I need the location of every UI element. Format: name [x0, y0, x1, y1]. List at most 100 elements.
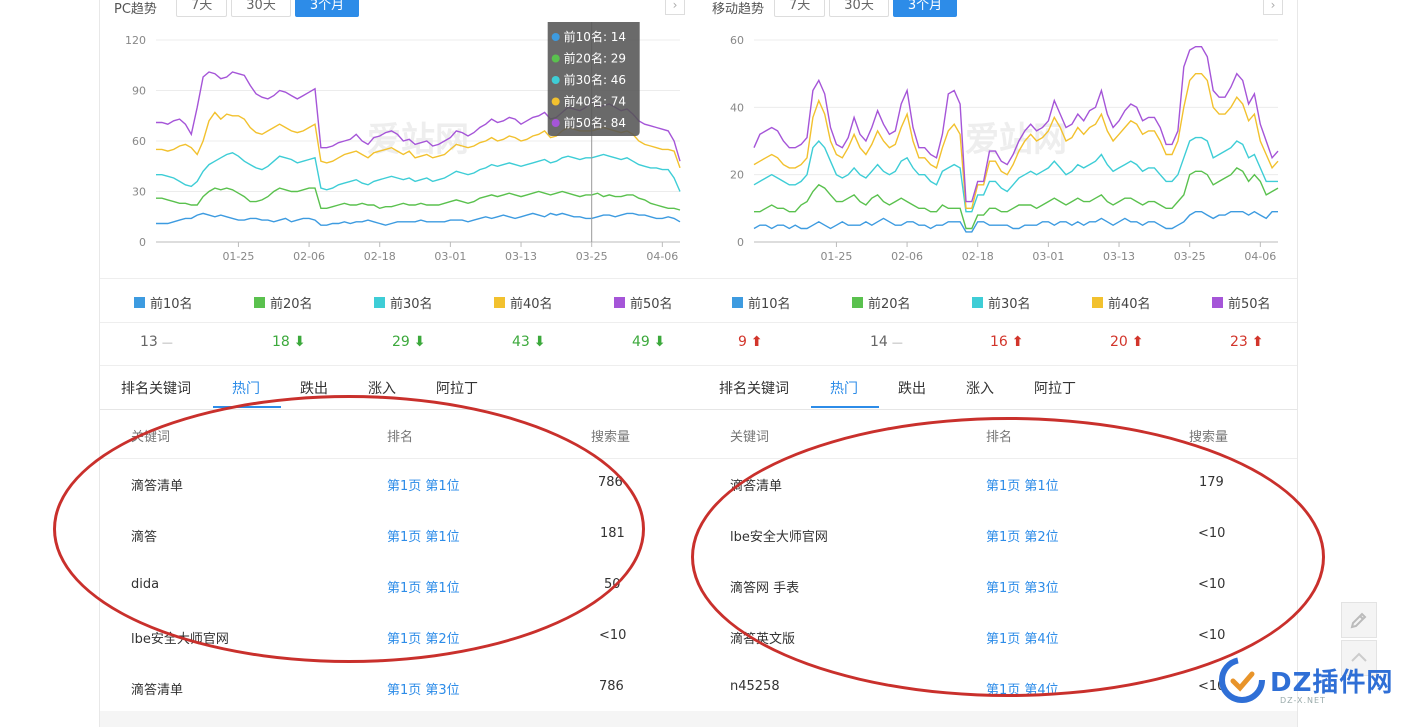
- legend-item[interactable]: 前40名: [494, 293, 553, 312]
- range-tab-3m[interactable]: 3个月: [892, 0, 958, 17]
- series-line-前10名: [753, 210, 1278, 233]
- range-tab-7d[interactable]: 7天: [176, 0, 228, 17]
- stat-value: 20: [1110, 334, 1128, 350]
- chevron-right-icon[interactable]: ›: [1263, 0, 1283, 15]
- chevron-right-icon[interactable]: ›: [665, 0, 685, 15]
- watermark-text: DZ插件网: [1270, 667, 1394, 698]
- trend-title: 移动趋势: [712, 2, 765, 17]
- row-volume: 179: [1199, 475, 1224, 490]
- legend-item[interactable]: 前20名: [254, 293, 313, 312]
- tooltip-item: 前30名: 46: [564, 72, 626, 87]
- legend-item[interactable]: 前30名: [972, 293, 1031, 312]
- range-tab-30d[interactable]: 30天: [829, 0, 889, 17]
- legend-label: 前10名: [748, 297, 791, 312]
- mobile-trend-chart[interactable]: 爱站网 0 20 40 60 01-25 02-06 02-18 03-01 03-13 03-25…: [698, 22, 1297, 272]
- tab-hot[interactable]: 热门: [830, 378, 858, 398]
- tooltip-item: 前50名: 84: [564, 115, 626, 130]
- row-rank[interactable]: 第1页 第1位: [986, 475, 1059, 494]
- row-keyword[interactable]: lbe安全大师官网: [131, 628, 229, 647]
- legend-swatch: [134, 297, 145, 308]
- table-row: n45258 第1页 第4位 <10: [698, 662, 1297, 713]
- pc-trend-chart[interactable]: 爱站网 0 30 60 90 120 01-25 02-06 02-18 03-01 03-13 03…: [100, 22, 699, 272]
- tab-aladdin[interactable]: 阿拉丁: [1034, 378, 1076, 398]
- legend-label: 前50名: [630, 297, 673, 312]
- tab-aladdin[interactable]: 阿拉丁: [436, 378, 478, 398]
- legend-item[interactable]: 前10名: [134, 293, 193, 312]
- x-tick-label: 03-13: [1103, 250, 1135, 263]
- tab-dropped[interactable]: 跌出: [898, 378, 926, 398]
- row-keyword[interactable]: 滴答清单: [131, 679, 183, 698]
- rank-stat: 43 ⬇: [512, 334, 546, 350]
- rank-stat: 9 ⬆: [738, 334, 763, 350]
- row-volume: <10: [1198, 577, 1226, 592]
- table-row: lbe安全大师官网 第1页 第2位 <10: [100, 611, 699, 662]
- legend-item[interactable]: 前50名: [614, 293, 673, 312]
- tab-gained[interactable]: 涨入: [368, 378, 396, 398]
- row-rank[interactable]: 第1页 第1位: [387, 475, 460, 494]
- stat-value: 29: [392, 334, 410, 350]
- row-keyword[interactable]: dida: [131, 577, 159, 592]
- stat-value: 23: [1230, 334, 1248, 350]
- row-keyword[interactable]: 滴答清单: [730, 475, 782, 494]
- tab-gained[interactable]: 涨入: [966, 378, 994, 398]
- row-keyword[interactable]: n45258: [730, 679, 780, 694]
- table-footer: [698, 711, 1297, 727]
- trend-header: PC趋势 7天 30天 3个月: [114, 0, 360, 17]
- x-tick-label: 01-25: [222, 250, 254, 263]
- trend-title: PC趋势: [114, 2, 157, 17]
- legend-item[interactable]: 前30名: [374, 293, 433, 312]
- row-keyword[interactable]: 滴答网 手表: [730, 577, 799, 596]
- legend-item[interactable]: 前10名: [732, 293, 791, 312]
- row-rank[interactable]: 第1页 第2位: [986, 526, 1059, 545]
- tab-ranking-keywords[interactable]: 排名关键词: [719, 378, 789, 398]
- tab-dropped[interactable]: 跌出: [300, 378, 328, 398]
- range-tab-30d[interactable]: 30天: [231, 0, 291, 17]
- x-tick-label: 03-13: [505, 250, 537, 263]
- row-keyword[interactable]: 滴答清单: [131, 475, 183, 494]
- table-row: lbe安全大师官网 第1页 第2位 <10: [698, 509, 1297, 560]
- tab-ranking-keywords[interactable]: 排名关键词: [121, 378, 191, 398]
- row-rank[interactable]: 第1页 第1位: [387, 526, 460, 545]
- col-volume: 搜索量: [1189, 430, 1229, 445]
- table-row: 滴答 第1页 第1位 181: [100, 509, 699, 560]
- watermark-subtext: DZ-X.NET: [1280, 696, 1326, 705]
- x-tick-label: 03-25: [1174, 250, 1206, 263]
- keyword-tabs: 排名关键词 热门 跌出 涨入 阿拉丁: [100, 366, 699, 410]
- range-tab-3m[interactable]: 3个月: [294, 0, 360, 17]
- legend-item[interactable]: 前20名: [852, 293, 911, 312]
- row-rank[interactable]: 第1页 第4位: [986, 679, 1059, 698]
- dz-logo-icon: [1219, 657, 1265, 703]
- legend-item[interactable]: 前40名: [1092, 293, 1151, 312]
- row-rank[interactable]: 第1页 第2位: [387, 628, 460, 647]
- chart-legend: 前10名 前20名 前30名 前40名 前50名: [100, 278, 699, 323]
- tab-hot[interactable]: 热门: [232, 378, 260, 398]
- row-keyword[interactable]: lbe安全大师官网: [730, 526, 828, 545]
- stat-value: 49: [632, 334, 650, 350]
- x-tick-label: 02-18: [364, 250, 396, 263]
- row-keyword[interactable]: 滴答: [131, 526, 157, 545]
- rank-stats-row: 9 ⬆ 14—16 ⬆ 20 ⬆ 23 ⬆: [698, 322, 1297, 366]
- chart-tooltip: 03-25 前10名: 14 前20名: 29 前30名: 46 前40名: 74 前50…: [547, 22, 640, 136]
- range-tab-7d[interactable]: 7天: [774, 0, 826, 17]
- row-rank[interactable]: 第1页 第3位: [986, 577, 1059, 596]
- tooltip-dot: [551, 97, 560, 106]
- row-keyword[interactable]: 滴答英文版: [730, 628, 795, 647]
- stat-value: 18: [272, 334, 290, 350]
- row-volume: <10: [1198, 628, 1226, 643]
- row-rank[interactable]: 第1页 第4位: [986, 628, 1059, 647]
- edit-icon[interactable]: [1341, 602, 1377, 638]
- row-rank[interactable]: 第1页 第3位: [387, 679, 460, 698]
- table-row: 滴答清单 第1页 第3位 786: [100, 662, 699, 713]
- tooltip-dot: [551, 33, 560, 41]
- row-rank[interactable]: 第1页 第1位: [387, 577, 460, 596]
- pc-trend-panel: PC趋势 7天 30天 3个月 › 爱站网 0 30 60 90 120 01-25 02-0…: [99, 0, 700, 727]
- tooltip-item: 前10名: 14: [564, 29, 626, 44]
- series-line-前10名: [156, 212, 681, 226]
- arrow-up-icon: ⬆: [750, 334, 763, 350]
- x-tick-label: 04-06: [646, 250, 678, 263]
- legend-item[interactable]: 前50名: [1212, 293, 1271, 312]
- legend-label: 前30名: [390, 297, 433, 312]
- legend-label: 前40名: [1108, 297, 1151, 312]
- rank-stat: 16 ⬆: [990, 334, 1024, 350]
- table-row: 滴答清单 第1页 第1位 179: [698, 458, 1297, 509]
